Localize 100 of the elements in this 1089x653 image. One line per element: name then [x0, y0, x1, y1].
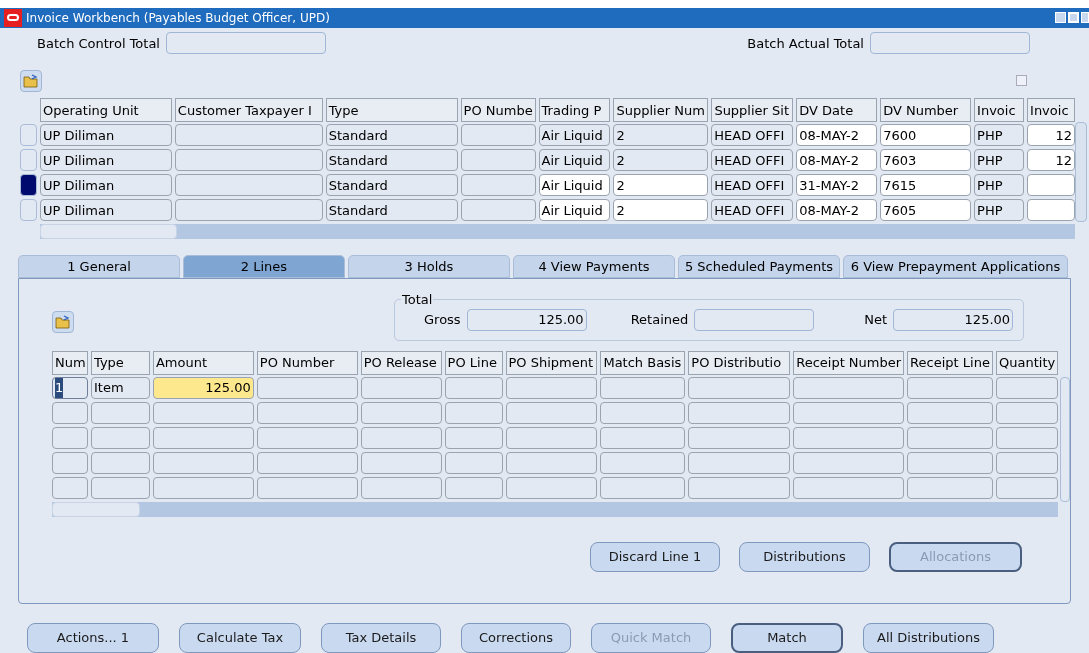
table-cell[interactable]: [360, 401, 442, 424]
table-cell[interactable]: 7600: [880, 124, 972, 147]
table-cell[interactable]: [688, 401, 791, 424]
table-cell[interactable]: [688, 376, 791, 399]
tab[interactable]: 4 View Payments: [513, 255, 675, 278]
table-cell[interactable]: [505, 476, 598, 499]
table-cell[interactable]: [996, 476, 1058, 499]
table-cell[interactable]: [90, 451, 150, 474]
table-cell[interactable]: [444, 376, 503, 399]
table-cell[interactable]: 7603: [880, 149, 972, 172]
action-button[interactable]: Distributions: [739, 541, 870, 572]
table-cell[interactable]: [460, 174, 536, 197]
table-cell[interactable]: [996, 401, 1058, 424]
table-cell[interactable]: [793, 401, 905, 424]
table-cell[interactable]: [52, 476, 88, 499]
table-cell[interactable]: UP Diliman: [40, 124, 172, 147]
folder-icon[interactable]: [52, 310, 74, 333]
table-cell[interactable]: 2: [613, 149, 709, 172]
tab[interactable]: 6 View Prepayment Applications: [843, 255, 1068, 278]
table-cell[interactable]: [444, 401, 503, 424]
table-cell[interactable]: Air Liquid: [538, 199, 611, 222]
tab[interactable]: 2 Lines: [183, 255, 345, 278]
table-cell[interactable]: Standard: [325, 149, 458, 172]
table-cell[interactable]: [174, 124, 323, 147]
table-cell[interactable]: [152, 476, 254, 499]
table-cell[interactable]: [256, 401, 358, 424]
tab[interactable]: 1 General: [18, 255, 180, 278]
action-button[interactable]: Actions... 1: [27, 623, 159, 653]
table-cell[interactable]: [1027, 174, 1075, 197]
table-cell[interactable]: [152, 451, 254, 474]
table-cell[interactable]: [174, 174, 323, 197]
table-cell[interactable]: [907, 376, 994, 399]
table-cell[interactable]: [152, 426, 254, 449]
table-cell[interactable]: [174, 199, 323, 222]
table-cell[interactable]: 12: [1027, 124, 1075, 147]
table-cell[interactable]: [90, 476, 150, 499]
table-cell[interactable]: PHP: [974, 199, 1025, 222]
input-field[interactable]: [870, 32, 1030, 55]
table-cell[interactable]: Air Liquid: [538, 174, 611, 197]
table-cell[interactable]: [907, 476, 994, 499]
action-button[interactable]: Tax Details: [321, 623, 441, 653]
tab[interactable]: 5 Scheduled Payments: [678, 255, 840, 278]
table-cell[interactable]: [460, 124, 536, 147]
table-cell[interactable]: [360, 476, 442, 499]
table-cell[interactable]: UP Diliman: [40, 149, 172, 172]
tab[interactable]: 3 Holds: [348, 255, 510, 278]
close-icon[interactable]: [1081, 12, 1089, 24]
table-cell[interactable]: Standard: [325, 199, 458, 222]
table-cell[interactable]: [600, 401, 686, 424]
table-cell[interactable]: [793, 376, 905, 399]
table-cell[interactable]: [444, 451, 503, 474]
table-cell[interactable]: [505, 401, 598, 424]
table-cell[interactable]: Air Liquid: [538, 124, 611, 147]
table-cell[interactable]: [793, 451, 905, 474]
table-cell[interactable]: HEAD OFFI: [711, 199, 794, 222]
checkbox[interactable]: [1016, 75, 1027, 87]
table-cell[interactable]: [52, 401, 88, 424]
table-cell[interactable]: Standard: [325, 174, 458, 197]
table-cell[interactable]: [256, 476, 358, 499]
table-cell[interactable]: 08-MAY-2: [796, 199, 878, 222]
table-cell[interactable]: 7615: [880, 174, 972, 197]
table-cell[interactable]: [256, 376, 358, 399]
table-cell[interactable]: [505, 451, 598, 474]
table-cell[interactable]: [996, 451, 1058, 474]
table-cell[interactable]: [256, 451, 358, 474]
table-cell[interactable]: 1: [52, 376, 88, 399]
action-button[interactable]: Corrections: [461, 623, 571, 653]
table-cell[interactable]: [907, 426, 994, 449]
table-cell[interactable]: HEAD OFFI: [711, 174, 794, 197]
table-cell[interactable]: [174, 149, 323, 172]
table-cell[interactable]: 2: [613, 199, 709, 222]
folder-icon[interactable]: [20, 69, 42, 92]
table-cell[interactable]: 08-MAY-2: [796, 124, 878, 147]
table-cell[interactable]: [360, 376, 442, 399]
table-cell[interactable]: [256, 426, 358, 449]
table-cell[interactable]: [996, 426, 1058, 449]
action-button[interactable]: Discard Line 1: [590, 541, 720, 572]
table-cell[interactable]: [360, 451, 442, 474]
table-cell[interactable]: [907, 451, 994, 474]
table-cell[interactable]: [444, 476, 503, 499]
table-cell[interactable]: [505, 426, 598, 449]
table-cell[interactable]: 2: [613, 124, 709, 147]
table-cell[interactable]: 31-MAY-2: [796, 174, 878, 197]
action-button[interactable]: Match: [731, 623, 843, 653]
input-field[interactable]: [166, 32, 326, 55]
table-cell[interactable]: [907, 401, 994, 424]
table-cell[interactable]: [793, 426, 905, 449]
table-cell[interactable]: Item: [90, 376, 150, 399]
table-cell[interactable]: [600, 476, 686, 499]
table-cell[interactable]: HEAD OFFI: [711, 149, 794, 172]
table-cell[interactable]: Standard: [325, 124, 458, 147]
action-button[interactable]: All Distributions: [863, 623, 994, 653]
table-cell[interactable]: [688, 476, 791, 499]
table-cell[interactable]: [688, 451, 791, 474]
horizontal-scrollbar[interactable]: [52, 501, 1058, 517]
table-cell[interactable]: [1027, 199, 1075, 222]
table-cell[interactable]: [90, 426, 150, 449]
minimize-icon[interactable]: [1055, 12, 1066, 24]
table-cell[interactable]: [52, 451, 88, 474]
table-cell[interactable]: 08-MAY-2: [796, 149, 878, 172]
